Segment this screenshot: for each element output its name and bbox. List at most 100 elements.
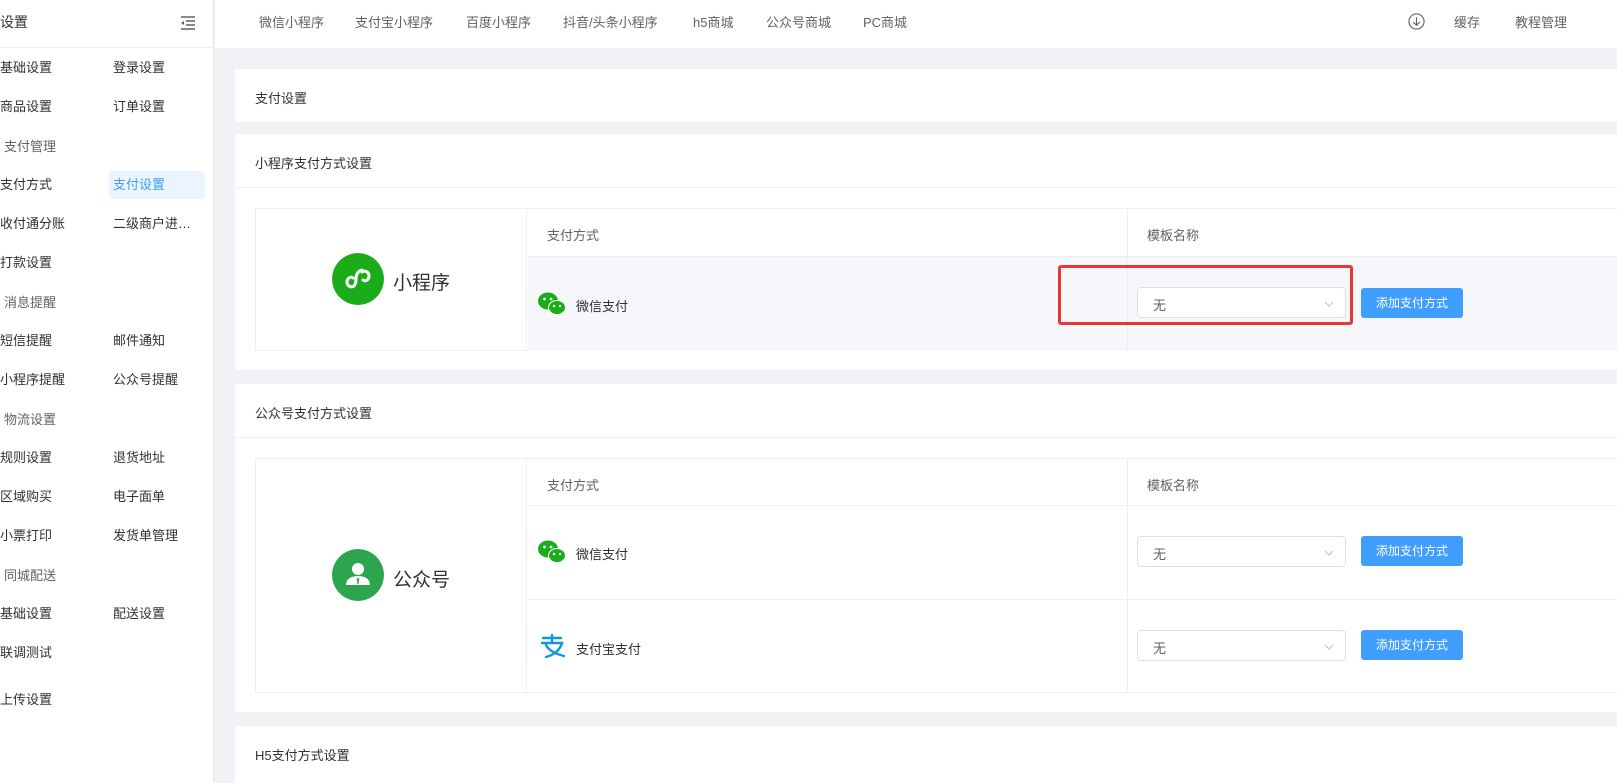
cache-link[interactable]: 缓存 [1454, 12, 1480, 31]
sidebar-row: 上传设置 [0, 672, 214, 720]
sidebar-row: 规则设置 退货地址 [0, 438, 214, 477]
collapse-menu-icon[interactable] [180, 15, 196, 31]
platform-name: 公众号 [393, 570, 451, 591]
alipay-icon [540, 633, 566, 659]
sidebar-row: 区域购买 电子面单 [0, 477, 214, 516]
sidebar-row: 短信提醒 邮件通知 [0, 321, 214, 360]
sidebar-item-upload-settings[interactable]: 上传设置 [0, 686, 56, 714]
divider [235, 187, 1617, 188]
payment-table: 公众号 支付方式 模板名称 微信支付 无 添加支付方式 支付宝支付 无 添加支付… [255, 458, 1617, 693]
sidebar-item-sms[interactable]: 短信提醒 [0, 327, 56, 355]
sidebar-group-payment: 支付管理 [4, 139, 57, 154]
sidebar-item-miniprogram-notify[interactable]: 小程序提醒 [0, 366, 69, 394]
tab-alipay-miniprogram[interactable]: 支付宝小程序 [355, 12, 433, 31]
download-icon[interactable] [1408, 13, 1425, 30]
page-title: 支付设置 [255, 91, 308, 106]
platform-name: 小程序 [393, 273, 451, 294]
sidebar-row: 小程序提醒 公众号提醒 [0, 360, 214, 399]
official-account-payment-section: 公众号支付方式设置 公众号 支付方式 模板名称 微信支付 无 添加支付方式 支付… [235, 384, 1617, 712]
tab-wechat-miniprogram[interactable]: 微信小程序 [259, 12, 324, 31]
sidebar-item-product-settings[interactable]: 商品设置 [0, 93, 56, 121]
row-divider [528, 505, 1617, 506]
payment-method-name: 微信支付 [576, 299, 629, 314]
sidebar-item-login-settings[interactable]: 登录设置 [109, 54, 205, 82]
add-payment-method-button[interactable]: 添加支付方式 [1361, 288, 1463, 318]
payment-method-name: 微信支付 [576, 547, 629, 562]
sidebar-item-official-notify[interactable]: 公众号提醒 [109, 366, 205, 394]
sidebar-row: 打款设置 [0, 243, 214, 282]
sidebar-group: 物流设置 [0, 399, 214, 438]
wechat-pay-icon [538, 540, 566, 563]
chevron-down-icon [1324, 550, 1334, 556]
sidebar-group-notifications: 消息提醒 [4, 295, 57, 310]
sidebar-row: 联调测试 [0, 633, 214, 672]
sidebar-item-e-waybill[interactable]: 电子面单 [109, 483, 205, 511]
wechat-pay-icon [538, 292, 566, 315]
tab-h5-mall[interactable]: h5商城 [693, 12, 733, 31]
row-divider [528, 599, 1617, 600]
sidebar-group-local-delivery: 同城配送 [4, 568, 57, 583]
sidebar-item-region-purchase[interactable]: 区域购买 [0, 483, 56, 511]
sidebar-menu: 基础设置 登录设置 商品设置 订单设置 支付管理 支付方式 支付设置 收付通分账… [0, 48, 214, 720]
tab-douyin-miniprogram[interactable]: 抖音/头条小程序 [563, 12, 658, 31]
chevron-down-icon [1324, 644, 1334, 650]
sidebar: 设置 基础设置 登录设置 商品设置 订单设置 支付管理 支付方式 支付设置 收付… [0, 0, 214, 783]
sidebar-header: 设置 [0, 0, 213, 48]
sidebar-item-delivery-settings[interactable]: 配送设置 [109, 600, 205, 628]
payment-method-name: 支付宝支付 [576, 642, 642, 657]
sidebar-item-rules[interactable]: 规则设置 [0, 444, 56, 472]
sidebar-row: 基础设置 登录设置 [0, 48, 214, 87]
payment-table: 小程序 支付方式 模板名称 微信支付 无 添加支付方式 [255, 208, 1617, 351]
tab-baidu-miniprogram[interactable]: 百度小程序 [466, 12, 531, 31]
h5-payment-section: H5支付方式设置 [235, 726, 1617, 783]
sidebar-item-joint-test[interactable]: 联调测试 [0, 639, 56, 667]
section-title: H5支付方式设置 [255, 748, 350, 763]
template-select[interactable]: 无 [1137, 536, 1346, 567]
add-payment-method-button[interactable]: 添加支付方式 [1361, 630, 1463, 660]
sidebar-row: 商品设置 订单设置 [0, 87, 214, 126]
platform-cell: 公众号 [256, 459, 527, 692]
sidebar-item-profit-sharing[interactable]: 收付通分账 [0, 210, 69, 238]
sidebar-title: 设置 [0, 14, 28, 30]
column-header-method: 支付方式 [547, 228, 600, 243]
row-divider [528, 256, 1617, 257]
sidebar-group: 支付管理 [0, 126, 214, 165]
section-title: 公众号支付方式设置 [255, 406, 373, 421]
highlight-box [1058, 265, 1353, 325]
tab-official-mall[interactable]: 公众号商城 [766, 12, 831, 31]
miniprogram-payment-section: 小程序支付方式设置 小程序 支付方式 模板名称 微信支付 无 添加支付方式 [235, 134, 1617, 370]
sidebar-row: 小票打印 发货单管理 [0, 516, 214, 555]
column-header-template: 模板名称 [1147, 478, 1200, 493]
sidebar-item-delivery-basic[interactable]: 基础设置 [0, 600, 56, 628]
tutorial-link[interactable]: 教程管理 [1515, 12, 1567, 31]
miniprogram-logo-icon [332, 253, 384, 305]
sidebar-item-order-settings[interactable]: 订单设置 [109, 93, 205, 121]
tab-pc-mall[interactable]: PC商城 [863, 12, 907, 31]
template-select[interactable]: 无 [1137, 630, 1346, 661]
sidebar-item-basic-settings[interactable]: 基础设置 [0, 54, 56, 82]
sidebar-group: 同城配送 [0, 555, 214, 594]
column-divider [1127, 459, 1128, 692]
sidebar-item-sub-merchant[interactable]: 二级商户进… [109, 210, 205, 238]
sidebar-group-logistics: 物流设置 [4, 412, 57, 427]
section-title: 小程序支付方式设置 [255, 156, 373, 171]
sidebar-item-payout-settings[interactable]: 打款设置 [0, 249, 56, 277]
top-nav: 微信小程序 支付宝小程序 百度小程序 抖音/头条小程序 h5商城 公众号商城 P… [215, 0, 1617, 48]
column-header-template: 模板名称 [1147, 228, 1200, 243]
add-payment-method-button[interactable]: 添加支付方式 [1361, 536, 1463, 566]
sidebar-item-payment-settings[interactable]: 支付设置 [109, 171, 205, 199]
sidebar-item-receipt-print[interactable]: 小票打印 [0, 522, 56, 550]
template-select-value: 无 [1153, 547, 1167, 562]
page-title-card: 支付设置 [235, 69, 1617, 122]
sidebar-item-email[interactable]: 邮件通知 [109, 327, 205, 355]
sidebar-row: 支付方式 支付设置 [0, 165, 214, 204]
sidebar-row: 收付通分账 二级商户进… [0, 204, 214, 243]
sidebar-item-return-address[interactable]: 退货地址 [109, 444, 205, 472]
official-account-logo-icon [332, 549, 384, 601]
platform-cell: 小程序 [256, 209, 527, 350]
template-select-value: 无 [1153, 641, 1167, 656]
sidebar-group: 消息提醒 [0, 282, 214, 321]
sidebar-item-invoice-mgmt[interactable]: 发货单管理 [109, 522, 205, 550]
divider [235, 437, 1617, 438]
sidebar-item-payment-methods[interactable]: 支付方式 [0, 171, 56, 199]
